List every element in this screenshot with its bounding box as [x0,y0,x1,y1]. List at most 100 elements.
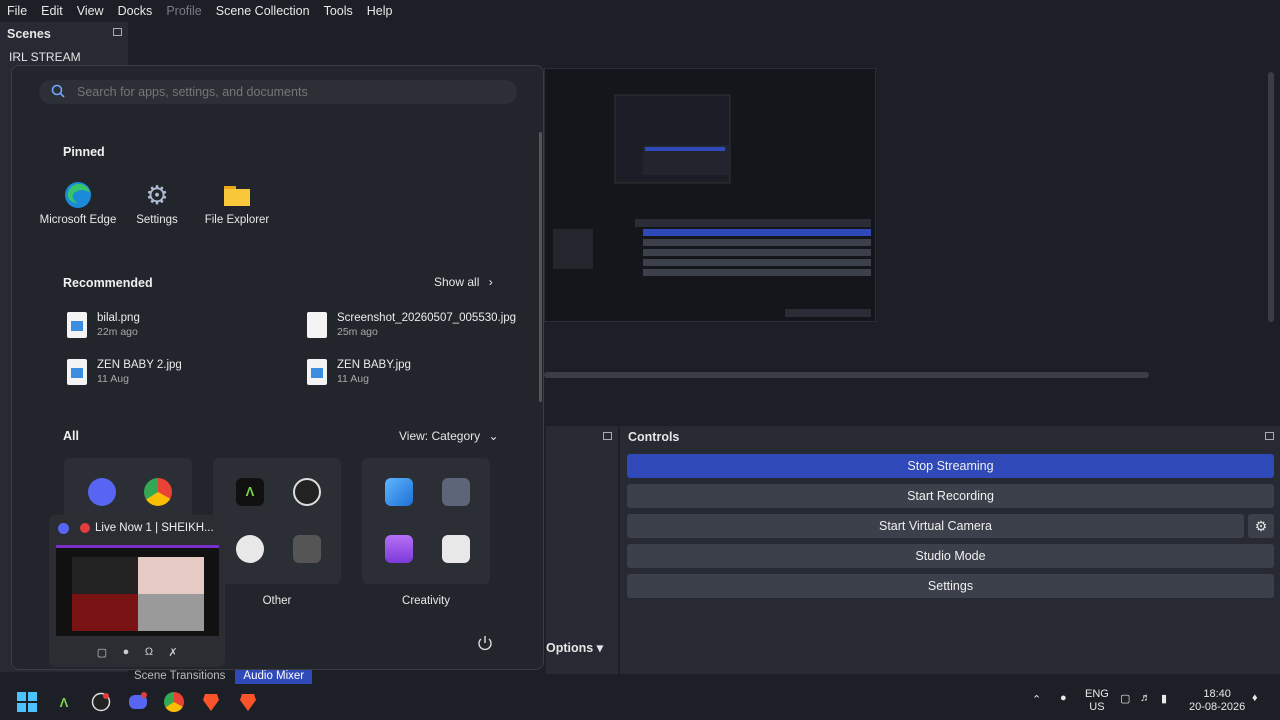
virtual-camera-settings-gear-icon[interactable]: ⚙ [1248,514,1274,538]
app-a-icon[interactable]: Λ [52,690,76,714]
pinned-settings[interactable]: ⚙ Settings [117,181,197,226]
app-a-icon: Λ [236,478,264,506]
discord-taskbar-icon[interactable] [126,690,150,714]
discord-icon [88,478,116,506]
video-tile [138,594,204,631]
file-time: 11 Aug [97,373,129,385]
start-virtual-camera-button[interactable]: Start Virtual Camera [627,514,1244,538]
microphone-tray-icon[interactable]: ● [1060,692,1067,704]
file-icon [307,312,327,338]
menu-view[interactable]: View [70,4,111,18]
category-tile-other[interactable]: Λ [213,458,341,584]
language-indicator[interactable]: ENG US [1085,688,1109,714]
controls-title: Controls [628,430,680,444]
preview-canvas[interactable] [544,68,876,322]
obs-icon [293,478,321,506]
show-hidden-icons-chevron-up-icon[interactable]: ⌃ [1032,693,1041,706]
mixer-options-button[interactable]: Options ▾ [546,640,603,655]
file-time: 22m ago [97,326,138,338]
tab-audio-mixer[interactable]: Audio Mixer [235,670,313,684]
start-menu-scrollbar[interactable] [539,132,542,402]
clock[interactable]: 18:40 20-08-2026 [1189,688,1245,714]
start-search-box[interactable] [39,80,517,104]
recommended-item[interactable]: bilal.png 22m ago [67,312,140,338]
notifications-bell-icon[interactable]: ♦ [1252,692,1258,704]
chevron-down-icon: ⌄ [488,429,499,443]
file-name: Screenshot_20260507_005530.jpg [337,312,517,324]
pinned-label: Microsoft Edge [39,214,117,226]
volume-icon[interactable]: ♬ [1140,692,1151,704]
view-category-dropdown[interactable]: View: Category ⌄ [399,429,499,443]
headphones-icon[interactable]: Ω [140,644,158,660]
undock-icon[interactable] [603,432,612,440]
obs-taskbar-icon[interactable] [89,690,113,714]
menu-help[interactable]: Help [360,4,400,18]
discord-preview-thumbnail[interactable] [56,545,219,636]
camera-toggle-icon[interactable]: ▢ [93,644,111,660]
microphone-icon[interactable]: ● [117,644,135,660]
recommended-item[interactable]: ZEN BABY.jpg 11 Aug [307,359,411,385]
chrome-icon [144,478,172,506]
menu-docks[interactable]: Docks [111,4,160,18]
mixer-dock [546,426,618,674]
category-tile-creativity[interactable] [362,458,490,584]
file-time: 25m ago [337,326,378,338]
recommended-item[interactable]: ZEN BABY 2.jpg 11 Aug [67,359,182,385]
windows-start-icon[interactable] [15,690,39,714]
pinned-label: File Explorer [204,214,270,226]
network-icon[interactable]: ▢ [1120,692,1130,705]
camera-app-icon [236,535,264,563]
discord-preview-title-bar: Live Now 1 | SHEIKH... [58,522,214,534]
stop-streaming-button[interactable]: Stop Streaming [627,454,1274,478]
settings-button[interactable]: Settings [627,574,1274,598]
menu-file[interactable]: File [0,4,34,18]
pinned-edge[interactable]: Microsoft Edge [38,181,118,226]
file-name: ZEN BABY.jpg [337,359,411,371]
menu-tools[interactable]: Tools [317,4,360,18]
preview-scrollbar[interactable] [544,372,1149,378]
camera-icon [442,478,470,506]
options-label: Options [546,641,594,655]
undock-icon[interactable] [1265,432,1274,440]
brave-taskbar-icon[interactable] [236,690,260,714]
chrome-taskbar-icon[interactable] [162,690,186,714]
brave-taskbar-icon[interactable] [199,690,223,714]
recommended-item[interactable]: Screenshot_20260507_005530.jpg 25m ago [307,312,516,338]
folder-icon [223,181,251,209]
pinned-label: Settings [136,214,178,226]
discord-preview-title: Live Now 1 | SHEIKH... [95,522,214,534]
power-icon[interactable] [476,634,494,652]
app-group-icon [293,535,321,563]
pinned-file-explorer[interactable]: File Explorer [197,181,277,226]
discord-icon [58,522,69,534]
scenes-title: Scenes [7,27,51,41]
file-name: bilal.png [97,312,140,324]
undock-icon[interactable] [113,28,122,36]
tab-scene-transitions[interactable]: Scene Transitions [134,670,225,684]
menu-scene-collection[interactable]: Scene Collection [209,4,317,18]
show-all-button[interactable]: Show all › [434,275,493,289]
language-code: ENG [1085,688,1109,700]
show-all-label: Show all [434,275,480,289]
caret-down-icon: ▾ [596,641,603,655]
app-group-icon [442,535,470,563]
category-label-other: Other [262,595,292,607]
disconnect-call-icon[interactable]: ✗ [164,644,182,660]
menubar: File Edit View Docks Profile Scene Colle… [0,0,1280,22]
battery-icon[interactable]: ▮ [1161,692,1167,705]
live-dot-icon [80,523,90,533]
right-scrollbar[interactable] [1268,72,1274,322]
menu-edit[interactable]: Edit [34,4,70,18]
start-recording-button[interactable]: Start Recording [627,484,1274,508]
category-label-creativity: Creativity [402,595,450,607]
region-code: US [1089,701,1105,713]
photos-icon [385,478,413,506]
settings-gear-icon: ⚙ [145,180,169,210]
clock-time: 18:40 [1203,688,1231,700]
pinned-title: Pinned [63,145,105,159]
video-tile [72,594,138,631]
all-apps-title: All [63,429,79,443]
studio-mode-button[interactable]: Studio Mode [627,544,1274,568]
search-input[interactable] [75,84,499,100]
image-file-icon [67,312,87,338]
